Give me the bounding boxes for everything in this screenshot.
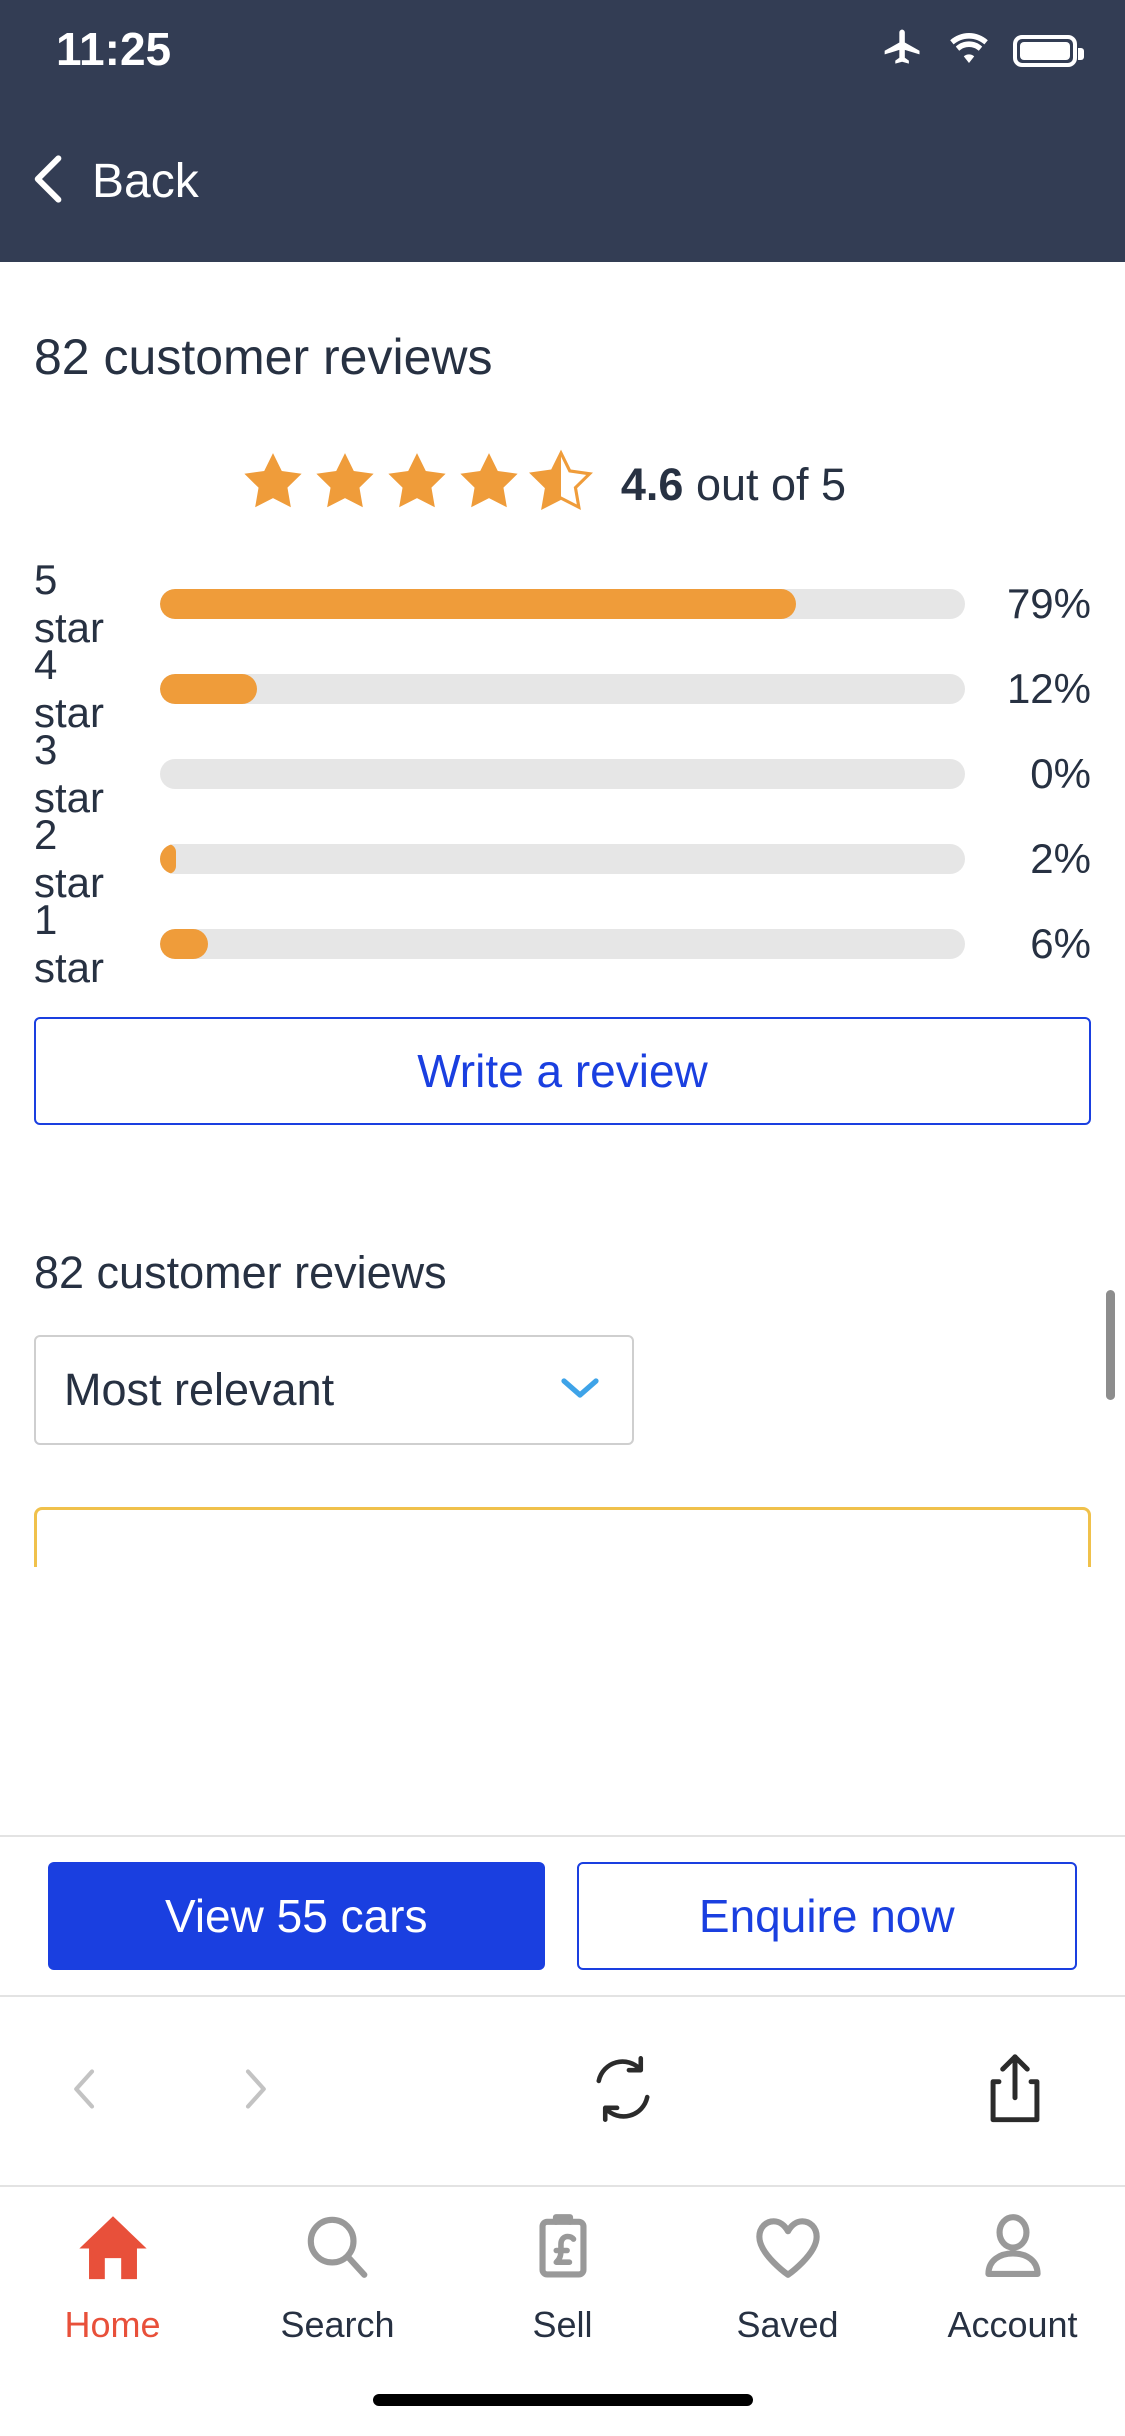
home-icon <box>75 2211 151 2288</box>
rating-bar-label-2: 2 star <box>34 811 105 906</box>
rating-bar-row-1[interactable]: 1 star 6% <box>34 896 1091 991</box>
tab-label-saved: Saved <box>736 2304 839 2345</box>
reviews-section-title: 82 customer reviews <box>34 1247 447 1298</box>
browser-back-button <box>0 2061 170 2122</box>
search-icon <box>300 2211 376 2288</box>
reload-icon <box>588 2054 658 2129</box>
tab-label-home: Home <box>64 2304 161 2345</box>
home-indicator <box>372 2394 753 2406</box>
rating-bar-pct-4: 12% <box>1006 665 1091 712</box>
tab-sell[interactable]: Sell <box>450 2211 675 2346</box>
page-content: 82 customer reviews 4.6 out of 5 5 star … <box>0 262 1125 1567</box>
rating-bar-label-3: 3 star <box>34 726 105 821</box>
rating-bar-label-1: 1 star <box>34 896 105 991</box>
tab-label-account: Account <box>947 2304 1078 2345</box>
browser-forward-button <box>170 2061 340 2122</box>
rating-bar-fill-4 <box>160 674 257 704</box>
back-button[interactable]: Back <box>26 149 199 214</box>
write-review-button[interactable]: Write a review <box>34 1017 1091 1125</box>
tab-search[interactable]: Search <box>225 2211 450 2346</box>
rating-distribution: 5 star 79% 4 star 12% 3 star 0% 2 star 2… <box>0 556 1125 991</box>
rating-bar-label-5: 5 star <box>34 556 105 651</box>
sticky-cta-bar: View 55 cars Enquire now <box>0 1835 1125 1995</box>
rating-bar-pct-2: 2% <box>1030 835 1091 882</box>
rating-suffix: out of 5 <box>683 458 847 510</box>
back-label: Back <box>92 154 199 208</box>
rating-bar-row-5[interactable]: 5 star 79% <box>34 556 1091 651</box>
rating-bar-row-2[interactable]: 2 star 2% <box>34 811 1091 906</box>
rating-bar-fill-5 <box>160 589 796 619</box>
sort-dropdown[interactable]: Most relevant <box>34 1335 634 1445</box>
rating-bar-pct-5: 79% <box>1006 580 1091 627</box>
tab-label-search: Search <box>280 2304 395 2345</box>
rating-bar-track-5 <box>160 589 965 619</box>
navigation-bar: Back <box>0 100 1125 262</box>
wifi-icon <box>945 28 993 73</box>
reviews-section: 82 customer reviews Most relevant <box>0 1247 1125 1445</box>
chevron-down-icon <box>556 1373 604 1408</box>
browser-share-button[interactable] <box>905 2051 1125 2132</box>
browser-reload-button[interactable] <box>340 2054 905 2129</box>
rating-summary: 4.6 out of 5 <box>0 448 1125 521</box>
pound-tag-icon <box>525 2211 601 2288</box>
status-clock: 11:25 <box>56 23 172 75</box>
airplane-icon <box>881 26 925 75</box>
star-icon-4 <box>455 448 523 521</box>
rating-score-text: 4.6 out of 5 <box>621 459 846 511</box>
star-icon-2 <box>311 448 379 521</box>
star-icon-5-half <box>527 448 595 521</box>
rating-bar-row-3[interactable]: 3 star 0% <box>34 726 1091 821</box>
back-arrow-icon <box>63 2061 107 2122</box>
status-icon-group <box>881 26 1084 75</box>
rating-bar-row-4[interactable]: 4 star 12% <box>34 641 1091 736</box>
rating-bar-track-4 <box>160 674 965 704</box>
rating-bar-track-2 <box>160 844 965 874</box>
rating-bar-track-3 <box>160 759 965 789</box>
rating-bar-fill-2 <box>160 844 177 874</box>
page-title: 82 customer reviews <box>34 329 493 385</box>
chevron-left-icon <box>26 149 72 214</box>
rating-bar-track-1 <box>160 929 965 959</box>
scrollbar[interactable] <box>1106 1290 1115 1400</box>
battery-icon <box>1013 34 1084 67</box>
tab-home[interactable]: Home <box>0 2211 225 2346</box>
browser-toolbar <box>0 1995 1125 2185</box>
sort-selected-value: Most relevant <box>64 1364 335 1415</box>
bottom-tab-bar: Home Search Sell Saved Account <box>0 2185 1125 2375</box>
star-icon-3 <box>383 448 451 521</box>
rating-bar-label-4: 4 star <box>34 641 105 736</box>
star-rating <box>239 448 595 521</box>
tab-account[interactable]: Account <box>900 2211 1125 2346</box>
tab-label-sell: Sell <box>532 2304 593 2345</box>
rating-bar-pct-3: 0% <box>1030 750 1091 797</box>
tab-saved[interactable]: Saved <box>675 2211 900 2346</box>
rating-score: 4.6 <box>620 458 684 510</box>
rating-bar-fill-1 <box>160 929 209 959</box>
person-icon <box>975 2211 1051 2288</box>
status-bar: 11:25 <box>0 0 1125 100</box>
star-icon-1 <box>239 448 307 521</box>
review-card-preview[interactable] <box>34 1507 1091 1567</box>
enquire-now-button[interactable]: Enquire now <box>576 1862 1077 1970</box>
share-icon <box>982 2051 1048 2132</box>
rating-bar-pct-1: 6% <box>1030 920 1091 967</box>
heart-icon <box>750 2211 826 2288</box>
view-cars-button[interactable]: View 55 cars <box>48 1862 545 1970</box>
forward-arrow-icon <box>233 2061 277 2122</box>
